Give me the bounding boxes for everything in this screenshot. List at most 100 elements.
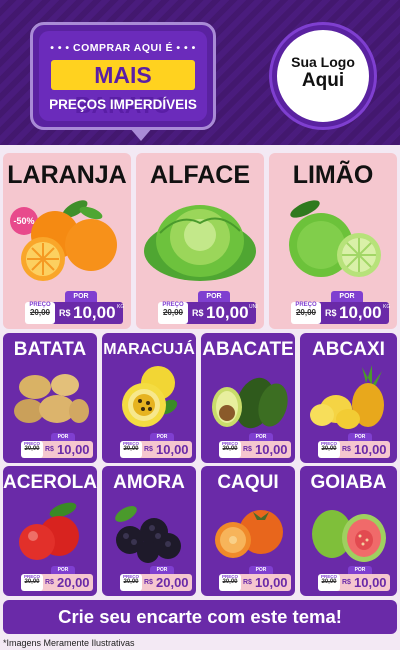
old-price: 20,00 bbox=[162, 308, 184, 317]
product-name: LARANJA bbox=[7, 161, 127, 189]
banner-tail bbox=[129, 127, 153, 141]
price-tag: POR R$ 20,00 PREÇO 20,00 bbox=[120, 566, 192, 594]
product-card-caqui: CAQUI POR R$ 10,00 PREÇO 20,00 bbox=[201, 466, 295, 596]
old-price-box: PREÇO 20,00 bbox=[158, 302, 188, 324]
price-label-por: POR bbox=[249, 433, 273, 441]
old-price: 20,00 bbox=[123, 579, 139, 585]
currency: R$ bbox=[342, 579, 351, 586]
disclaimer: *Imagens Meramente Ilustrativas bbox=[3, 638, 135, 648]
old-price: 20,00 bbox=[321, 579, 337, 585]
promo-banner: • • • COMPRAR AQUI É • • • MAIS BARATO P… bbox=[30, 22, 216, 141]
price-tag: POR R$ 10,00 PREÇO 20,00 bbox=[120, 433, 192, 461]
currency: R$ bbox=[45, 579, 54, 586]
old-price-box: PREÇO 20,00 bbox=[21, 574, 43, 591]
new-price: 10,00 bbox=[156, 442, 189, 457]
potato-icon bbox=[14, 374, 89, 423]
price-label-por: POR bbox=[150, 566, 174, 574]
price-label-por: POR bbox=[51, 433, 75, 441]
old-price: 20,00 bbox=[24, 446, 40, 452]
product-name: ACEROLA bbox=[3, 472, 97, 493]
new-price: 10,00 bbox=[354, 442, 387, 457]
currency: R$ bbox=[144, 579, 153, 586]
price-tag: POR R$ 10,00 PREÇO 20,00 bbox=[318, 433, 390, 461]
old-price: 20,00 bbox=[321, 446, 337, 452]
new-price: 10,00 bbox=[57, 442, 90, 457]
product-name: ABACATE bbox=[202, 339, 294, 360]
price-label-por: POR bbox=[51, 566, 75, 574]
new-price: 10,00 bbox=[73, 303, 116, 322]
currency: R$ bbox=[325, 308, 337, 318]
product-card-limao: LIMÃO POR R$ 10,00 KG PREÇO 20,00 bbox=[269, 153, 397, 329]
new-price: 10,00 bbox=[354, 575, 387, 590]
product-name: BATATA bbox=[13, 339, 87, 360]
product-card-batata: BATATA POR R$ 10,00 PREÇO 20,00 bbox=[3, 333, 97, 463]
product-card-acerola: ACEROLA POR R$ 20,00 PREÇO 20,00 bbox=[3, 466, 97, 596]
price-label-por: POR bbox=[331, 291, 363, 302]
product-name: ABCAXI bbox=[312, 339, 385, 360]
old-price-box: PREÇO 20,00 bbox=[21, 441, 43, 458]
passion-fruit-icon bbox=[122, 366, 178, 427]
product-name: GOIABA bbox=[310, 472, 387, 493]
old-price-box: PREÇO 20,00 bbox=[25, 302, 55, 324]
price-label-por: POR bbox=[249, 566, 273, 574]
old-price-box: PREÇO 20,00 bbox=[318, 574, 340, 591]
currency: R$ bbox=[59, 308, 71, 318]
old-price: 20,00 bbox=[222, 446, 238, 452]
product-card-amora: AMORA POR R$ 20,00 PREÇO 20,00 bbox=[102, 466, 196, 596]
product-name: AMORA bbox=[113, 472, 185, 493]
currency: R$ bbox=[45, 446, 54, 453]
product-card-alface: ALFACE POR R$ 10,00 UNI PREÇO 20,00 bbox=[136, 153, 264, 329]
price-label-por: POR bbox=[348, 433, 372, 441]
product-name: MARACUJÁ bbox=[103, 341, 195, 358]
old-price-box: PREÇO 20,00 bbox=[291, 302, 321, 324]
new-price: 10,00 bbox=[255, 442, 288, 457]
price-label-por: POR bbox=[150, 433, 174, 441]
product-name: LIMÃO bbox=[292, 161, 374, 189]
product-card-laranja: LARANJA -50% POR R$ 10,00 KG PREÇO 20,00 bbox=[3, 153, 131, 329]
old-price: 20,00 bbox=[24, 579, 40, 585]
pineapple-icon bbox=[310, 365, 384, 429]
price-tag: POR R$ 10,00 UNI PREÇO 20,00 bbox=[158, 291, 258, 327]
new-price: 10,00 bbox=[255, 575, 288, 590]
price-label-por: POR bbox=[348, 566, 372, 574]
persimmon-icon bbox=[215, 510, 283, 558]
currency: R$ bbox=[192, 308, 204, 318]
logo-line1: Sua Logo bbox=[291, 54, 355, 70]
product-card-goiaba: GOIABA POR R$ 10,00 PREÇO 20,00 bbox=[300, 466, 397, 596]
currency: R$ bbox=[243, 446, 252, 453]
price-tag: POR R$ 10,00 PREÇO 20,00 bbox=[318, 566, 390, 594]
product-card-abcaxi: ABCAXI POR R$ 10,00 PREÇO 20,00 bbox=[300, 333, 397, 463]
price-label-por: POR bbox=[65, 291, 97, 302]
new-price: 20,00 bbox=[57, 575, 90, 590]
old-price: 20,00 bbox=[222, 579, 238, 585]
lettuce-icon bbox=[144, 205, 256, 281]
price-tag: POR R$ 10,00 PREÇO 20,00 bbox=[219, 566, 291, 594]
new-price: 10,00 bbox=[339, 303, 382, 322]
old-price-box: PREÇO 20,00 bbox=[219, 574, 241, 591]
logo-placeholder: Sua Logo Aqui bbox=[272, 25, 374, 127]
old-price: 20,00 bbox=[29, 308, 51, 317]
old-price-box: PREÇO 20,00 bbox=[318, 441, 340, 458]
old-price-box: PREÇO 20,00 bbox=[120, 441, 142, 458]
new-price: 10,00 bbox=[206, 303, 249, 322]
logo-line2: Aqui bbox=[301, 70, 345, 91]
price-unit: KG bbox=[117, 304, 125, 310]
old-price: 20,00 bbox=[295, 308, 317, 317]
orange-icon bbox=[21, 200, 117, 281]
price-unit: KG bbox=[383, 304, 391, 310]
product-name: ALFACE bbox=[150, 161, 250, 189]
lime-icon bbox=[289, 200, 381, 277]
new-price: 20,00 bbox=[156, 575, 189, 590]
flyer: • • • COMPRAR AQUI É • • • MAIS BARATO P… bbox=[0, 0, 400, 650]
banner-top-text: • • • COMPRAR AQUI É • • • bbox=[50, 42, 196, 54]
banner-inner: • • • COMPRAR AQUI É • • • MAIS BARATO P… bbox=[39, 31, 207, 121]
currency: R$ bbox=[342, 446, 351, 453]
price-label-por: POR bbox=[198, 291, 230, 302]
price-tag: POR R$ 10,00 KG PREÇO 20,00 bbox=[25, 291, 125, 327]
banner-main-text: MAIS BARATO bbox=[51, 60, 195, 118]
banner-sub-text: PREÇOS IMPERDÍVEIS bbox=[49, 97, 197, 112]
avocado-icon bbox=[212, 377, 288, 429]
product-card-abacate: ABACATE POR R$ 10,00 PREÇO 20,00 bbox=[201, 333, 295, 463]
price-tag: POR R$ 10,00 PREÇO 20,00 bbox=[219, 433, 291, 461]
old-price-box: PREÇO 20,00 bbox=[219, 441, 241, 458]
